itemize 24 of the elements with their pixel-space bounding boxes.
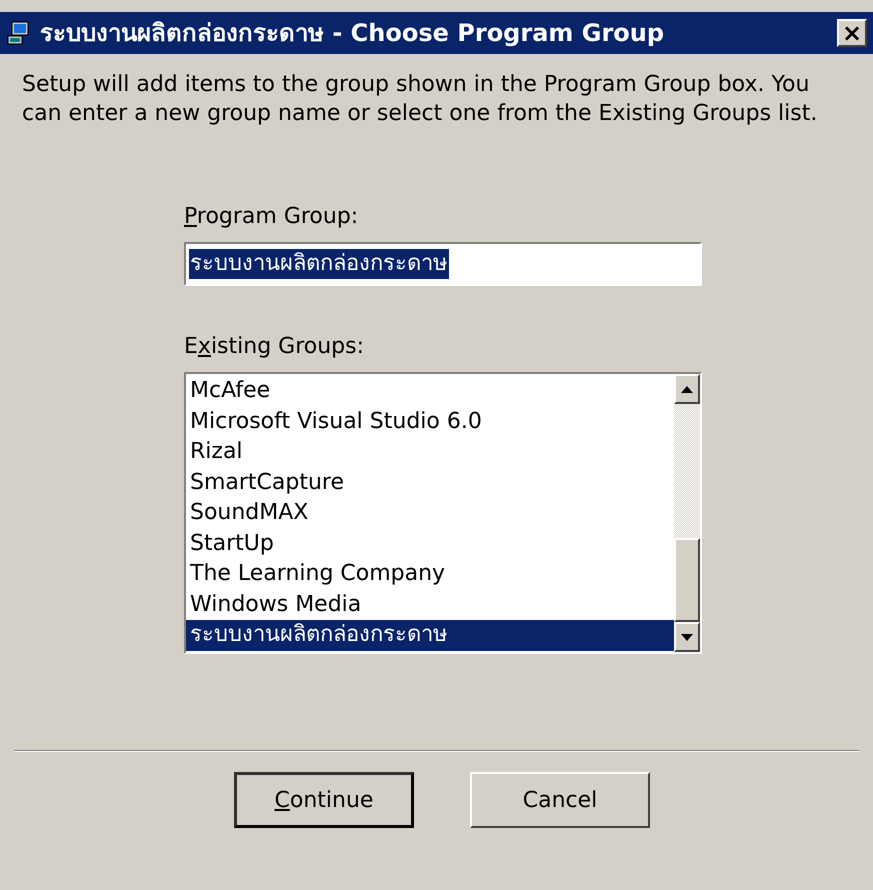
close-button[interactable]: × <box>837 19 867 47</box>
scroll-thumb[interactable] <box>674 538 700 622</box>
list-item[interactable]: The Learning Company <box>186 559 674 590</box>
scroll-up-button[interactable] <box>674 374 700 404</box>
list-item[interactable]: Rizal <box>186 437 674 468</box>
scrollbar[interactable] <box>674 374 700 652</box>
scroll-down-button[interactable] <box>674 622 700 652</box>
groups-listbox[interactable]: McAfee Microsoft Visual Studio 6.0 Rizal SmartCapture SoundMAX StartUp The Learning Company Windows Media ระบบงานผลิตกล่องกระดาษ <box>184 372 702 654</box>
list-item[interactable]: Microsoft Visual Studio 6.0 <box>186 406 674 437</box>
dialog-button[interactable]: Continue <box>234 772 414 828</box>
down-arrow-icon <box>681 634 693 640</box>
list-item[interactable]: McAfee <box>186 376 674 406</box>
field-label: Program Group: <box>184 204 358 230</box>
list-item[interactable]: StartUp <box>186 528 674 559</box>
list-item[interactable]: Windows Media <box>186 590 674 620</box>
window-title: ระบบงานผลิตกล่องกระดาษ - Choose Program Group <box>40 18 666 49</box>
instructions-text: Setup will add items to the group shown in the Program Group box. You can enter a new group name or select one from the Existing Groups list. <box>21 71 818 128</box>
list-item[interactable]: ระบบงานผลิตกล่องกระดาษ <box>186 620 674 650</box>
dialog-button[interactable]: Cancel <box>470 772 650 828</box>
up-arrow-icon <box>681 386 693 392</box>
program-group-field[interactable]: ระบบงานผลิตกล่องกระดาษ <box>184 242 702 286</box>
field-label: Existing Groups: <box>184 334 364 360</box>
list-item[interactable]: SoundMAX <box>186 498 674 528</box>
list-item[interactable]: SmartCapture <box>186 468 674 498</box>
